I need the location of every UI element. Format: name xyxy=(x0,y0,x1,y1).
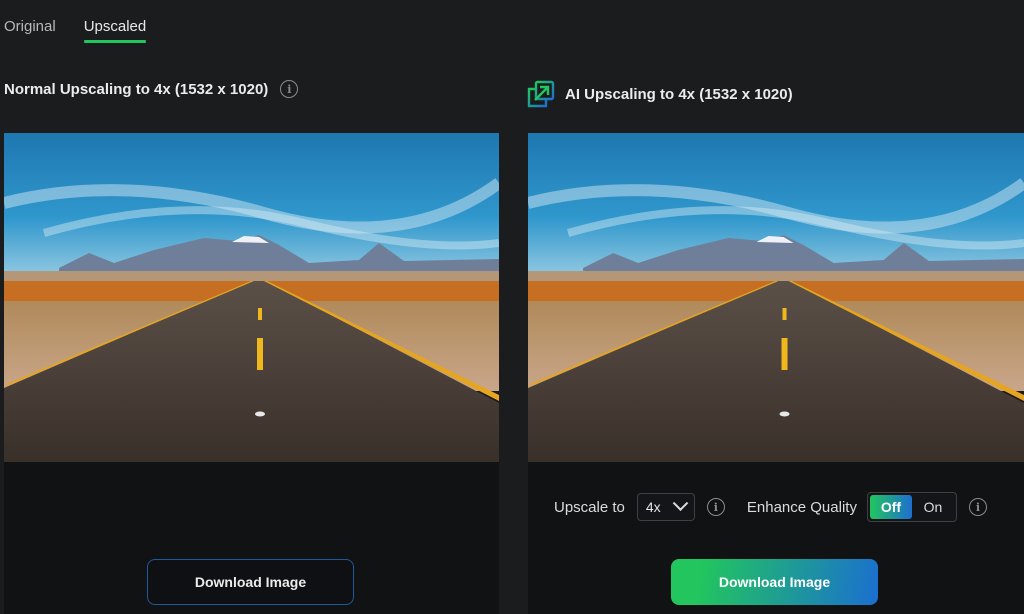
enhance-off-option[interactable]: Off xyxy=(869,495,912,519)
ai-upscaling-title-text: AI Upscaling to 4x (1532 x 1020) xyxy=(565,85,793,103)
upscale-info-icon[interactable]: i xyxy=(706,498,725,516)
road-landscape-image xyxy=(4,133,499,462)
normal-upscaled-image xyxy=(4,133,499,462)
tab-upscaled[interactable]: Upscaled xyxy=(83,18,146,43)
upscale-to-label: Upscale to xyxy=(554,498,625,516)
ai-upscaled-image xyxy=(528,133,1024,462)
upscale-factor-value: 4x xyxy=(645,499,661,515)
download-ai-button[interactable]: Download Image xyxy=(671,559,878,605)
download-normal-button[interactable]: Download Image xyxy=(147,559,354,605)
normal-upscaling-title: Normal Upscaling to 4x (1532 x 1020) i xyxy=(4,80,299,98)
enhance-quality-label: Enhance Quality xyxy=(746,498,857,516)
ai-upscaling-title: AI Upscaling to 4x (1532 x 1020) xyxy=(527,80,793,108)
ai-upscale-icon xyxy=(527,80,555,108)
normal-upscaling-title-text: Normal Upscaling to 4x (1532 x 1020) xyxy=(4,80,269,98)
enhance-info-icon[interactable]: i xyxy=(968,498,987,516)
tab-original[interactable]: Original xyxy=(4,18,56,42)
ai-upscale-controls: Upscale to 4x i Enhance Quality Off On i xyxy=(554,492,987,522)
road-landscape-image xyxy=(528,133,1024,462)
view-tabs: Original Upscaled xyxy=(4,18,146,43)
enhance-quality-toggle[interactable]: Off On xyxy=(866,492,957,522)
upscale-factor-select[interactable]: 4x xyxy=(636,493,695,521)
chevron-down-icon xyxy=(672,494,689,511)
info-icon[interactable]: i xyxy=(280,80,299,98)
enhance-on-option[interactable]: On xyxy=(912,495,954,519)
